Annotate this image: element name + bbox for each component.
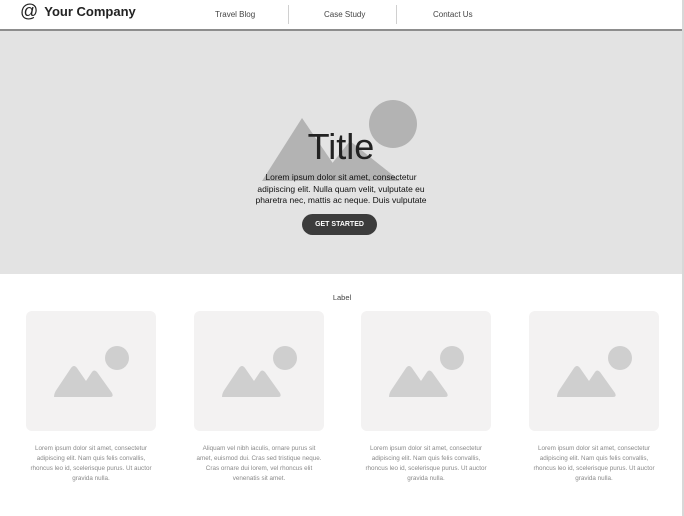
card-description: Aliquam vel nibh iaculis, ornare purus s…	[196, 445, 322, 482]
card-description: Lorem ipsum dolor sit amet, consectetur …	[365, 445, 487, 482]
nav-case-study[interactable]: Case Study	[324, 10, 365, 19]
section-label: Label	[332, 293, 352, 302]
brand-logo[interactable]: @ Your Company	[20, 2, 136, 20]
card-image	[194, 311, 324, 431]
hero-title: Title	[307, 126, 375, 167]
nav-travel-blog[interactable]: Travel Blog	[215, 10, 255, 19]
site-header: @ Your Company Travel Blog Case Study Co…	[0, 0, 682, 31]
hero-section: Title Lorem ipsum dolor sit amet, consec…	[0, 31, 682, 274]
card-description: Lorem ipsum dolor sit amet, consectetur …	[533, 445, 655, 482]
image-placeholder-icon	[557, 346, 632, 397]
image-placeholder-icon	[389, 346, 464, 397]
at-sign-icon: @	[20, 1, 39, 21]
get-started-button[interactable]: GET STARTED	[302, 214, 377, 235]
hero-description: Lorem ipsum dolor sit amet, consectetur …	[255, 172, 427, 209]
card-description: Lorem ipsum dolor sit amet, consectetur …	[30, 445, 152, 482]
image-placeholder-icon	[54, 346, 129, 397]
main-nav: Travel Blog Case Study Contact Us	[180, 0, 500, 29]
card-image	[529, 311, 659, 431]
nav-divider	[396, 5, 397, 24]
nav-divider	[288, 5, 289, 24]
card-image	[26, 311, 156, 431]
company-name: Your Company	[44, 3, 136, 19]
card-image	[361, 311, 491, 431]
image-placeholder-icon	[222, 346, 297, 397]
nav-contact-us[interactable]: Contact Us	[433, 10, 473, 19]
